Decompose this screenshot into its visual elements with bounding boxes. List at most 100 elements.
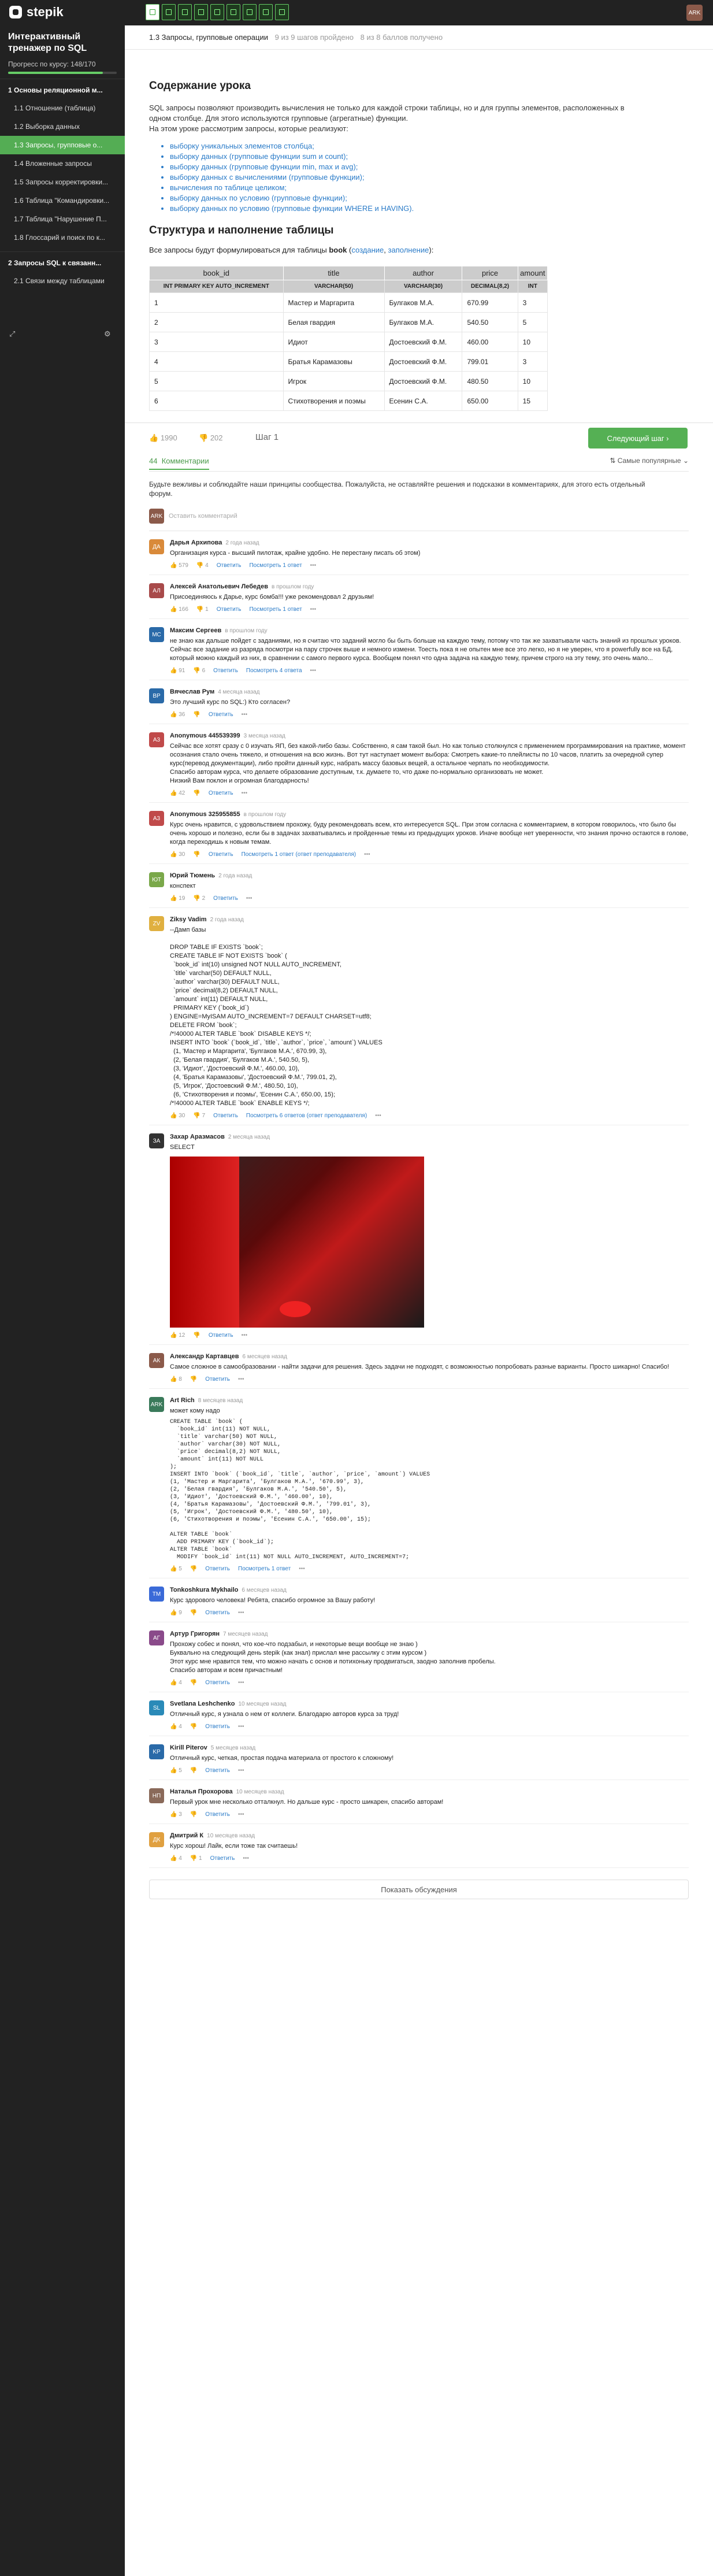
more-menu-icon[interactable]: ••• [242, 1332, 248, 1339]
dislike-button[interactable]: 👎 6 [193, 668, 205, 674]
dislike-icon[interactable]: 👎 [190, 1376, 197, 1382]
comment-time[interactable]: 2 года назад [225, 540, 259, 546]
like-button[interactable]: 👍 12 [170, 1332, 185, 1339]
course-title[interactable]: Интерактивный тренажер по SQL [0, 25, 125, 60]
more-menu-icon[interactable]: ••• [243, 1855, 249, 1862]
avatar[interactable]: ARK [149, 1397, 164, 1412]
like-button[interactable]: 👍 579 [170, 562, 188, 569]
comment-author[interactable]: Вячеслав Рум [170, 688, 214, 695]
like-button[interactable]: 👍 36 [170, 711, 185, 718]
comment-author[interactable]: Артур Григорян [170, 1630, 220, 1637]
avatar[interactable]: НП [149, 1788, 164, 1803]
toc-item[interactable]: выборку данных (групповые функции sum и … [170, 151, 645, 162]
reply-button[interactable]: Ответить [205, 1723, 230, 1730]
like-button[interactable]: 👍 5 [170, 1767, 182, 1774]
like-button[interactable]: 👍 9 [170, 1610, 182, 1616]
view-replies-link[interactable]: Посмотреть 6 ответов (ответ преподавател… [246, 1113, 367, 1119]
dislike-icon[interactable]: 👎 [190, 1723, 197, 1730]
reply-button[interactable]: Ответить [213, 895, 238, 902]
avatar[interactable]: АГ [149, 1630, 164, 1645]
like-button[interactable]: 👍 91 [170, 668, 185, 674]
like-button[interactable]: 👍 166 [170, 606, 188, 613]
sort-select[interactable]: ⇅ Самые популярные ⌄ [610, 457, 689, 465]
lesson-item[interactable]: 1.6 Таблица "Командировки... [0, 191, 125, 210]
more-menu-icon[interactable]: ••• [375, 1113, 381, 1119]
avatar[interactable]: TM [149, 1587, 164, 1602]
comment-author[interactable]: Дмитрий К [170, 1832, 203, 1839]
create-link[interactable]: создание [351, 246, 384, 254]
more-menu-icon[interactable]: ••• [238, 1610, 244, 1616]
comment-author[interactable]: Anonymous 325955855 [170, 811, 240, 818]
comment-time[interactable]: 7 месяцев назад [223, 1631, 268, 1637]
dislike-button[interactable]: 👎 1 [196, 606, 209, 613]
comment-time[interactable]: в прошлом году [225, 628, 267, 634]
like-button[interactable]: 👍 19 [170, 895, 185, 902]
expand-icon[interactable]: ⤢ [9, 329, 15, 339]
user-avatar[interactable]: ARK [686, 5, 703, 21]
step-8[interactable] [259, 4, 273, 20]
new-comment[interactable]: ARK Оставить комментарий [149, 509, 689, 531]
reply-button[interactable]: Ответить [205, 1610, 230, 1616]
toc-item[interactable]: выборку данных (групповые функции min, m… [170, 162, 645, 172]
lesson-2-1[interactable]: 2.1 Связи между таблицами [0, 272, 125, 290]
reply-button[interactable]: Ответить [209, 790, 233, 796]
more-menu-icon[interactable]: ••• [310, 606, 317, 613]
stepik-logo[interactable]: stepik [8, 5, 64, 20]
comment-time[interactable]: 4 месяца назад [218, 689, 259, 695]
comment-author[interactable]: Наталья Прохорова [170, 1788, 233, 1795]
comment-author[interactable]: Дарья Архипова [170, 539, 222, 546]
like-button[interactable]: 👍 4 [170, 1680, 182, 1686]
avatar[interactable]: АК [149, 1353, 164, 1368]
like-button[interactable]: 👍 42 [170, 790, 185, 796]
comment-input[interactable]: Оставить комментарий [169, 513, 237, 520]
show-discussions-button[interactable]: Показать обсуждения [149, 1880, 689, 1899]
view-replies-link[interactable]: Посмотреть 1 ответ (ответ преподавателя) [242, 851, 356, 858]
dislike-button[interactable]: 👎 7 [193, 1113, 205, 1119]
view-replies-link[interactable]: Посмотреть 1 ответ [249, 606, 302, 613]
dislike-icon[interactable]: 👎 [193, 711, 200, 718]
comment-author[interactable]: Захар Аразмасов [170, 1133, 225, 1140]
step-7[interactable] [243, 4, 257, 20]
reply-button[interactable]: Ответить [205, 1767, 230, 1774]
reply-button[interactable]: Ответить [217, 562, 242, 569]
step-3[interactable] [178, 4, 192, 20]
more-menu-icon[interactable]: ••• [242, 711, 248, 718]
view-replies-link[interactable]: Посмотреть 1 ответ [238, 1566, 291, 1572]
dislike-icon[interactable]: 👎 [193, 1332, 200, 1339]
toc-item[interactable]: выборку данных по условию (групповые фун… [170, 203, 645, 214]
comment-time[interactable]: 2 года назад [210, 917, 244, 923]
more-menu-icon[interactable]: ••• [238, 1680, 244, 1686]
tab-comments[interactable]: 44 Комментарии [149, 457, 209, 470]
view-replies-link[interactable]: Посмотреть 1 ответ [249, 562, 302, 569]
comment-time[interactable]: 10 месяцев назад [207, 1833, 255, 1839]
comment-time[interactable]: в прошлом году [244, 811, 286, 818]
dislike-icon[interactable]: 👎 [190, 1811, 197, 1818]
avatar[interactable]: A3 [149, 732, 164, 747]
comment-author[interactable]: Anonymous 445539399 [170, 732, 240, 739]
reply-button[interactable]: Ответить [205, 1376, 230, 1382]
dislike-button[interactable]: 👎 4 [196, 562, 209, 569]
reply-button[interactable]: Ответить [209, 711, 233, 718]
comment-time[interactable]: 3 месяца назад [244, 733, 285, 739]
comment-time[interactable]: 10 месяцев назад [236, 1789, 284, 1795]
step-6[interactable] [226, 4, 240, 20]
view-replies-link[interactable]: Посмотреть 4 ответа [246, 668, 302, 674]
reply-button[interactable]: Ответить [205, 1680, 230, 1686]
step-1[interactable] [146, 4, 159, 20]
avatar[interactable]: KP [149, 1744, 164, 1759]
step-2[interactable] [162, 4, 176, 20]
toc-item[interactable]: выборку уникальных элементов столбца; [170, 141, 645, 151]
dislike-icon[interactable]: 👎 [190, 1767, 197, 1774]
more-menu-icon[interactable]: ••• [310, 668, 317, 674]
lesson-item[interactable]: 1.2 Выборка данных [0, 117, 125, 136]
reply-button[interactable]: Ответить [205, 1811, 230, 1818]
comment-author[interactable]: Алексей Анатольевич Лебедев [170, 583, 268, 590]
avatar[interactable]: ВР [149, 688, 164, 703]
comment-time[interactable]: 6 месяцев назад [242, 1587, 286, 1593]
lesson-item[interactable]: 1.7 Таблица "Нарушение П... [0, 210, 125, 228]
comment-author[interactable]: Art Rich [170, 1397, 195, 1404]
reply-button[interactable]: Ответить [205, 1566, 230, 1572]
more-menu-icon[interactable]: ••• [238, 1723, 244, 1730]
dislike-button[interactable]: 👎 2 [193, 895, 205, 902]
more-menu-icon[interactable]: ••• [238, 1811, 244, 1818]
